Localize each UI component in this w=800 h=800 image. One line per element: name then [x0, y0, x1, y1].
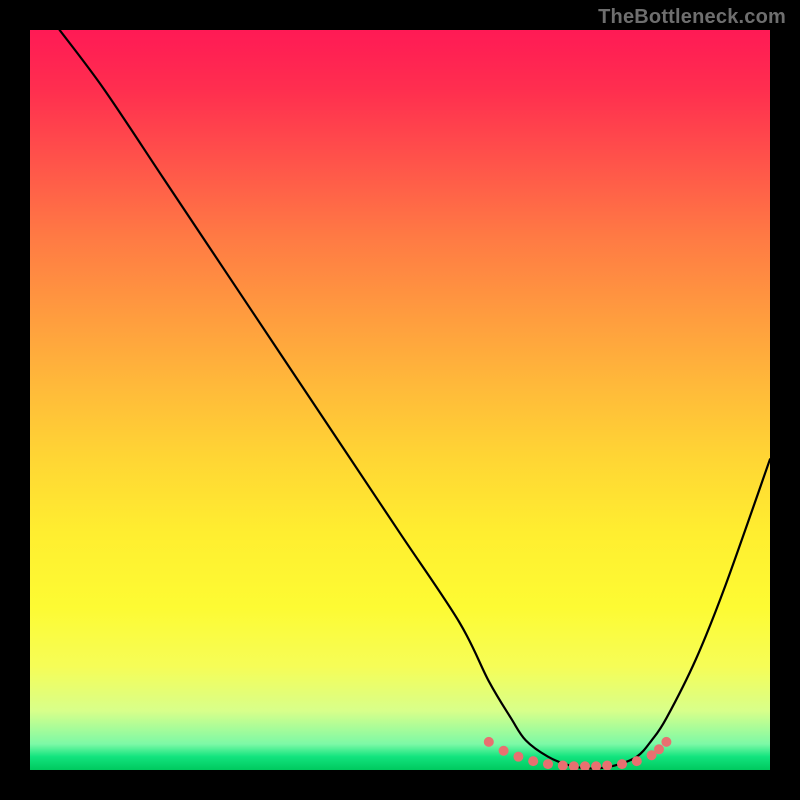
marker-dot — [543, 759, 553, 769]
marker-dot — [569, 761, 579, 770]
marker-dot — [602, 761, 612, 770]
marker-dot — [632, 756, 642, 766]
chart-markers-layer — [30, 30, 770, 770]
marker-dot — [654, 744, 664, 754]
watermark-text: TheBottleneck.com — [598, 6, 786, 29]
marker-dot — [580, 761, 590, 770]
marker-dot — [591, 761, 601, 770]
low-band-dots — [484, 737, 672, 770]
marker-dot — [558, 761, 568, 770]
marker-dot — [617, 759, 627, 769]
marker-dot — [528, 756, 538, 766]
chart-area — [30, 30, 770, 770]
marker-dot — [484, 737, 494, 747]
marker-dot — [513, 752, 523, 762]
marker-dot — [661, 737, 671, 747]
marker-dot — [499, 746, 509, 756]
